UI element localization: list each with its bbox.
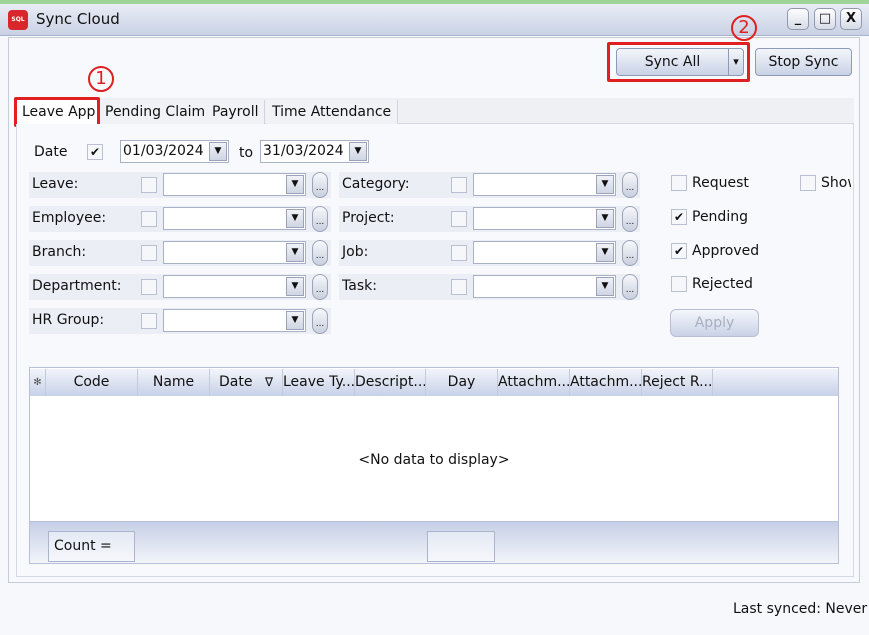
- employee-filter-combo[interactable]: ▼: [163, 207, 306, 230]
- show-checkbox[interactable]: [800, 175, 816, 191]
- column-header-date[interactable]: Date ∇: [210, 369, 283, 396]
- branch-filter-combo[interactable]: ▼: [163, 241, 306, 264]
- request-checkbox[interactable]: [671, 175, 687, 191]
- ellipsis-button[interactable]: ...: [622, 206, 638, 232]
- branch-filter-checkbox[interactable]: [141, 245, 157, 261]
- empty-grid-message: <No data to display>: [358, 452, 510, 468]
- date-label: Date: [34, 144, 68, 160]
- count-summary: Count =: [48, 531, 135, 562]
- chevron-down-icon[interactable]: ▼: [596, 277, 614, 296]
- show-label: Show: [821, 175, 851, 191]
- column-header-description[interactable]: Descript...: [355, 369, 426, 396]
- pending-label: Pending: [692, 209, 748, 225]
- chevron-down-icon[interactable]: ▼: [286, 311, 304, 330]
- ellipsis-button[interactable]: ...: [312, 240, 328, 266]
- job-filter-combo[interactable]: ▼: [473, 241, 616, 264]
- date-from-field[interactable]: 01/03/2024 ▼: [120, 140, 229, 163]
- chevron-down-icon[interactable]: ▼: [596, 209, 614, 228]
- leave-filter-label: Leave:: [32, 176, 79, 192]
- job-filter-checkbox[interactable]: [451, 245, 467, 261]
- hr-group-filter-label: HR Group:: [32, 312, 105, 328]
- app-icon: SQL PAY: [8, 10, 28, 43]
- department-filter-combo[interactable]: ▼: [163, 275, 306, 298]
- close-button[interactable]: X: [840, 8, 862, 30]
- approved-checkbox[interactable]: ✔: [671, 243, 687, 259]
- date-to-field[interactable]: 31/03/2024 ▼: [260, 140, 369, 163]
- last-synced-status: Last synced: Never: [733, 601, 868, 617]
- category-filter-label: Category:: [342, 176, 410, 192]
- window-title: Sync Cloud: [36, 10, 120, 28]
- tab-payroll[interactable]: Payroll: [206, 100, 266, 125]
- department-filter-label: Department:: [32, 278, 122, 294]
- apply-button[interactable]: Apply: [670, 309, 759, 337]
- ellipsis-button[interactable]: ...: [312, 274, 328, 300]
- sync-all-dropdown[interactable]: ▾: [728, 48, 744, 76]
- stop-sync-button[interactable]: Stop Sync: [755, 48, 852, 76]
- chevron-down-icon[interactable]: ▼: [286, 209, 304, 228]
- column-header-code[interactable]: Code: [46, 369, 138, 396]
- highlight-leave-app: [14, 97, 100, 127]
- column-header-leave-type[interactable]: Leave Ty...: [283, 369, 355, 396]
- hr-group-filter-combo[interactable]: ▼: [163, 309, 306, 332]
- ellipsis-button[interactable]: ...: [622, 274, 638, 300]
- column-header-reject-reason[interactable]: Reject R...: [642, 369, 713, 396]
- task-filter-checkbox[interactable]: [451, 279, 467, 295]
- date-to-value: 31/03/2024: [263, 143, 344, 159]
- leave-filter-checkbox[interactable]: [141, 177, 157, 193]
- rejected-label: Rejected: [692, 276, 753, 292]
- column-header-attachment-2[interactable]: Attachm...: [570, 369, 642, 396]
- department-filter-checkbox[interactable]: [141, 279, 157, 295]
- chevron-down-icon[interactable]: ▼: [596, 175, 614, 194]
- tab-pending-claim[interactable]: Pending Claim: [99, 100, 213, 125]
- annotation-marker-2: 2: [731, 15, 757, 41]
- chevron-down-icon[interactable]: ▼: [209, 142, 227, 161]
- annotation-marker-1: 1: [88, 66, 114, 92]
- date-to-label: to: [239, 145, 254, 161]
- task-filter-label: Task:: [342, 278, 377, 294]
- chevron-down-icon[interactable]: ▼: [286, 277, 304, 296]
- approved-label: Approved: [692, 243, 760, 259]
- rejected-checkbox[interactable]: [671, 276, 687, 292]
- project-filter-label: Project:: [342, 210, 395, 226]
- column-header-filler: [713, 369, 838, 396]
- date-from-value: 01/03/2024: [123, 143, 204, 159]
- column-header-day[interactable]: Day: [426, 369, 498, 396]
- branch-filter-label: Branch:: [32, 244, 87, 260]
- row-indicator-header[interactable]: ✻: [30, 369, 46, 396]
- category-filter-combo[interactable]: ▼: [473, 173, 616, 196]
- sort-icon: ∇: [264, 375, 273, 389]
- leave-grid: ✻ Code Name Date ∇ Leave Ty... Descript.…: [29, 367, 839, 564]
- date-checkbox[interactable]: ✔: [87, 144, 103, 160]
- pending-checkbox[interactable]: ✔: [671, 209, 687, 225]
- ellipsis-button[interactable]: ...: [622, 172, 638, 198]
- sync-all-button[interactable]: Sync All: [616, 48, 729, 76]
- date-header-label: Date: [219, 374, 253, 390]
- chevron-down-icon[interactable]: ▼: [349, 142, 367, 161]
- minimize-button[interactable]: _: [787, 8, 809, 30]
- ellipsis-button[interactable]: ...: [312, 206, 328, 232]
- ellipsis-button[interactable]: ...: [312, 308, 328, 334]
- grid-footer: Count =: [30, 521, 838, 563]
- tab-time-attendance[interactable]: Time Attendance: [266, 100, 399, 125]
- chevron-down-icon[interactable]: ▼: [286, 175, 304, 194]
- employee-filter-checkbox[interactable]: [141, 211, 157, 227]
- ellipsis-button[interactable]: ...: [622, 240, 638, 266]
- chevron-down-icon[interactable]: ▼: [286, 243, 304, 262]
- project-filter-checkbox[interactable]: [451, 211, 467, 227]
- chevron-down-icon[interactable]: ▼: [596, 243, 614, 262]
- hr-group-filter-checkbox[interactable]: [141, 313, 157, 329]
- project-filter-combo[interactable]: ▼: [473, 207, 616, 230]
- ellipsis-button[interactable]: ...: [312, 172, 328, 198]
- employee-filter-label: Employee:: [32, 210, 107, 226]
- column-header-name[interactable]: Name: [138, 369, 210, 396]
- job-filter-label: Job:: [342, 244, 369, 260]
- maximize-button[interactable]: □: [814, 8, 836, 30]
- summary-cell: [427, 531, 495, 562]
- leave-filter-combo[interactable]: ▼: [163, 173, 306, 196]
- column-header-attachment-1[interactable]: Attachm...: [498, 369, 570, 396]
- task-filter-combo[interactable]: ▼: [473, 275, 616, 298]
- category-filter-checkbox[interactable]: [451, 177, 467, 193]
- request-label: Request: [692, 175, 749, 191]
